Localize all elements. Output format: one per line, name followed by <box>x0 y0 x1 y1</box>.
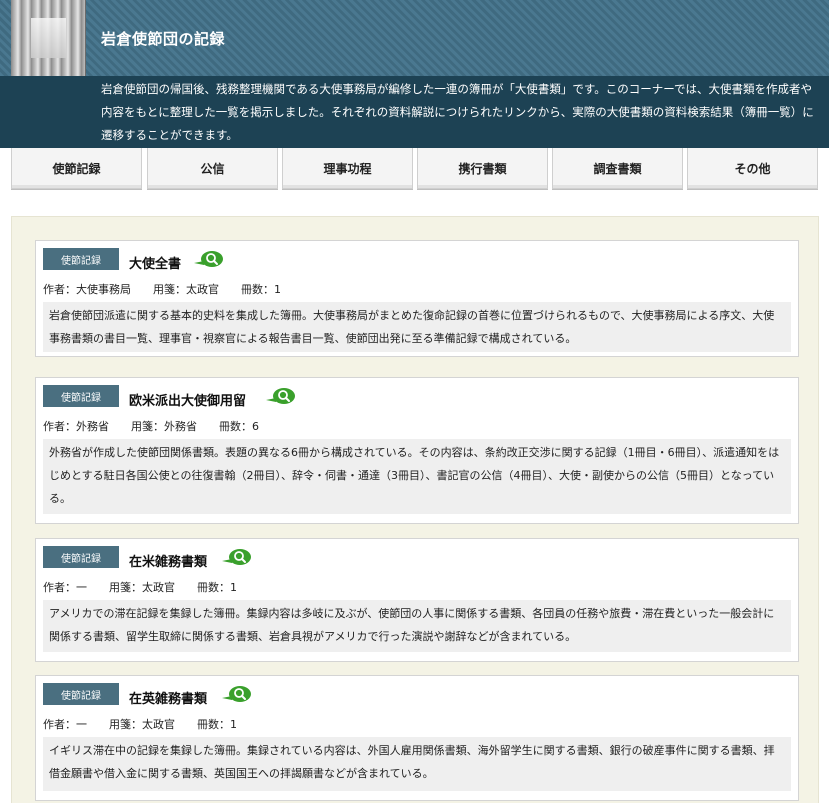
category-badge: 使節記録 <box>43 385 119 407</box>
search-icon[interactable] <box>264 387 296 405</box>
header-thumbnail-image <box>11 0 86 76</box>
record-meta: 作者：大使事務局 用箋：太政官 冊数：1 <box>43 283 281 296</box>
tab-shisetsu-kiroku[interactable]: 使節記録 <box>11 148 142 189</box>
tab-keikou-shorui[interactable]: 携行書類 <box>417 148 548 189</box>
tab-chousa-shorui[interactable]: 調査書類 <box>552 148 683 189</box>
record-description: アメリカでの滞在記録を集録した簿冊。集録内容は多岐に及ぶが、使節団の人事に関係す… <box>43 600 791 652</box>
search-icon[interactable] <box>220 548 252 566</box>
tab-koshin[interactable]: 公信 <box>147 148 278 189</box>
record-meta: 作者：一 用箋：太政官 冊数：1 <box>43 581 237 594</box>
record-description: イギリス滞在中の記録を集録した簿冊。集録されている内容は、外国人雇用関係書類、海… <box>43 737 791 791</box>
category-badge: 使節記録 <box>43 248 119 270</box>
record-meta: 作者：一 用箋：太政官 冊数：1 <box>43 718 237 731</box>
record-card: 使節記録 在英雑務書類 作者：一 用箋：太政官 冊数：1 イギリス滞在中の記録を… <box>35 675 799 801</box>
tab-sonota[interactable]: その他 <box>687 148 818 189</box>
record-title: 大使全書 <box>129 257 182 272</box>
record-card: 使節記録 大使全書 作者：大使事務局 用箋：太政官 冊数：1 岩倉使節団派遣に関… <box>35 240 799 357</box>
tab-rijikoutei[interactable]: 理事功程 <box>282 148 413 189</box>
category-badge: 使節記録 <box>43 683 119 705</box>
category-tabs: 使節記録 公信 理事功程 携行書類 調査書類 その他 <box>11 148 829 190</box>
header-description: 岩倉使節団の帰国後、残務整理機関である大使事務局が編修した一連の簿冊が「大使書類… <box>0 76 829 148</box>
page-title: 岩倉使節団の記録 <box>101 30 226 48</box>
record-description: 岩倉使節団派遣に関する基本的史料を集成した簿冊。大使事務局がまとめた復命記録の首… <box>43 302 791 352</box>
record-description: 外務省が作成した使節団関係書類。表題の異なる6冊から構成されている。その内容は、… <box>43 439 791 514</box>
record-title: 欧米派出大使御用留 <box>129 394 247 409</box>
search-icon[interactable] <box>220 685 252 703</box>
records-list: 使節記録 大使全書 作者：大使事務局 用箋：太政官 冊数：1 岩倉使節団派遣に関… <box>11 216 819 803</box>
record-card: 使節記録 欧米派出大使御用留 作者：外務省 用箋：外務省 冊数：6 外務省が作成… <box>35 377 799 524</box>
record-card: 使節記録 在米雑務書類 作者：一 用箋：太政官 冊数：1 アメリカでの滞在記録を… <box>35 538 799 662</box>
search-icon[interactable] <box>192 250 224 268</box>
record-title: 在米雑務書類 <box>129 555 208 570</box>
page-header: 岩倉使節団の記録 岩倉使節団の帰国後、残務整理機関である大使事務局が編修した一連… <box>0 0 829 148</box>
record-title: 在英雑務書類 <box>129 692 208 707</box>
category-badge: 使節記録 <box>43 546 119 568</box>
record-meta: 作者：外務省 用箋：外務省 冊数：6 <box>43 420 259 433</box>
